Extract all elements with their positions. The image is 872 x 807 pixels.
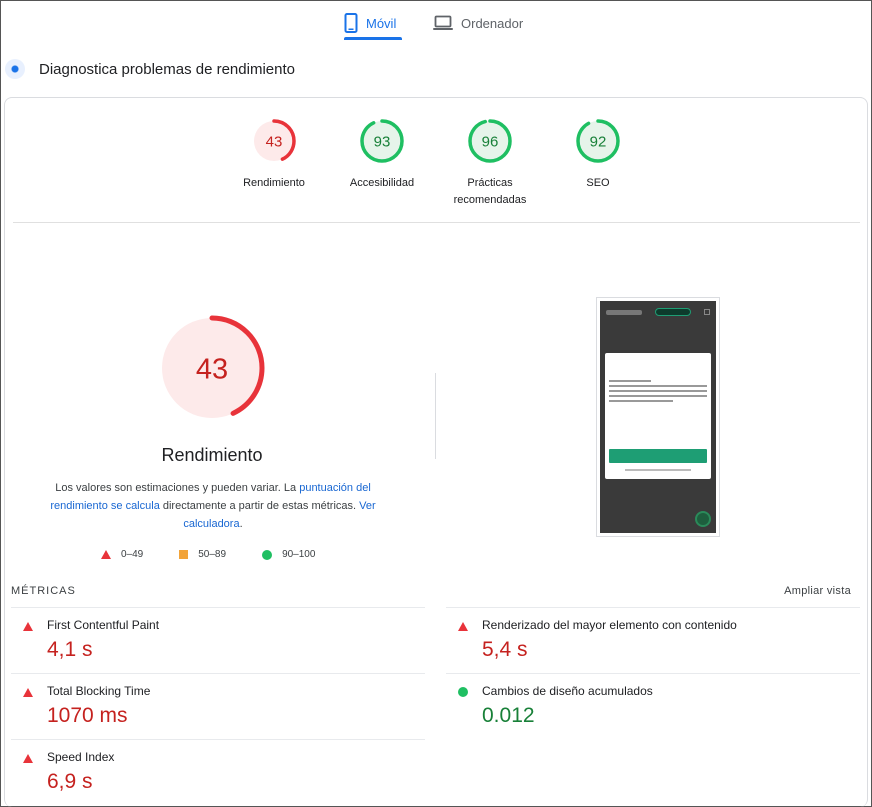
gauge-ring: 96	[468, 119, 512, 163]
circle-icon	[262, 549, 273, 560]
performance-description: Los valores son estimaciones y pueden va…	[43, 479, 383, 533]
metric-speed-index: Speed Index 6,9 s	[11, 739, 425, 805]
metric-value: 4,1 s	[47, 638, 93, 661]
diagnose-icon	[5, 59, 25, 79]
page-screenshot-thumbnail[interactable]	[596, 297, 720, 537]
diagnose-section-header: Diagnostica problemas de rendimiento	[5, 59, 295, 79]
gauge-best-practices[interactable]: 96 Prácticas recomendadas	[445, 117, 535, 209]
triangle-icon	[23, 622, 33, 631]
screenshot-modal-tabs	[605, 353, 711, 370]
screenshot-image	[600, 301, 716, 533]
metrics-header: MÉTRICAS	[11, 585, 76, 597]
screenshot-line	[609, 390, 707, 392]
metric-name: First Contentful Paint	[47, 618, 160, 632]
screenshot-menu-icon	[704, 309, 710, 315]
screenshot-header	[606, 307, 710, 317]
screenshot-accept-button	[609, 449, 707, 463]
diagnose-title: Diagnostica problemas de rendimiento	[39, 60, 295, 78]
metric-lcp: Renderizado del mayor elemento con conte…	[446, 607, 860, 673]
screenshot-logo	[606, 309, 642, 315]
gauge-accessibility[interactable]: 93 Accesibilidad	[337, 117, 427, 192]
gauge-performance[interactable]: 43 Rendimiento	[229, 117, 319, 192]
gauge-label: Rendimiento	[243, 177, 305, 189]
metric-fcp: First Contentful Paint 4,1 s	[11, 607, 425, 673]
triangle-icon	[23, 754, 33, 763]
metric-name: Speed Index	[47, 750, 115, 764]
gauge-ring: 43	[252, 119, 296, 163]
gauge-score: 43	[266, 133, 283, 150]
metric-value: 5,4 s	[482, 638, 528, 661]
score-legend: 0–49 50–89 90–100	[101, 549, 351, 560]
metric-value: 6,9 s	[47, 770, 93, 793]
triangle-icon	[101, 550, 111, 559]
metric-value: 1070 ms	[47, 704, 128, 727]
metric-cls: Cambios de diseño acumulados 0.012	[446, 673, 860, 739]
metric-tbt: Total Blocking Time 1070 ms	[11, 673, 425, 739]
tab-mobile[interactable]: Móvil	[344, 7, 396, 39]
gauge-ring: 93	[360, 119, 404, 163]
legend-fail: 0–49	[101, 549, 143, 560]
circle-icon	[458, 687, 468, 697]
legend-pass: 90–100	[262, 549, 315, 560]
desc-text: Los valores son estimaciones y pueden va…	[55, 482, 300, 494]
metric-name: Renderizado del mayor elemento con conte…	[482, 618, 737, 632]
phone-icon	[344, 13, 358, 33]
performance-gauge-large: 43	[159, 315, 265, 421]
gauge-score: 43	[196, 353, 228, 385]
expand-view-toggle[interactable]: Ampliar vista	[784, 585, 851, 597]
active-tab-indicator	[344, 37, 402, 40]
gauge-score: 93	[374, 133, 391, 150]
legend-range: 50–89	[198, 549, 227, 560]
gauge-label: Prácticas recomendadas	[453, 177, 527, 206]
gauge-label: Accesibilidad	[349, 177, 415, 189]
chat-icon	[695, 511, 711, 527]
device-tabs: Móvil Ordenador	[1, 1, 871, 41]
screenshot-line	[609, 380, 652, 382]
square-icon	[179, 550, 189, 559]
gauge-score: 92	[590, 133, 607, 150]
screenshot-line	[609, 385, 707, 387]
tab-mobile-label: Móvil	[366, 15, 397, 31]
screenshot-line	[609, 400, 673, 402]
triangle-icon	[23, 688, 33, 697]
gauge-seo[interactable]: 92 SEO	[553, 117, 643, 192]
screenshot-footer	[625, 469, 691, 471]
legend-average: 50–89	[179, 549, 226, 560]
metric-name: Total Blocking Time	[47, 684, 151, 698]
tab-desktop[interactable]: Ordenador	[433, 7, 523, 39]
performance-title: Rendimiento	[161, 445, 263, 465]
metric-name: Cambios de diseño acumulados	[482, 684, 653, 698]
legend-range: 0–49	[121, 549, 144, 560]
gauge-ring: 92	[576, 119, 620, 163]
divider	[13, 222, 860, 223]
screenshot-line	[609, 395, 707, 397]
gauge-score: 96	[482, 133, 499, 150]
gauge-label: SEO	[586, 177, 610, 189]
vertical-divider	[435, 373, 436, 459]
triangle-icon	[458, 622, 468, 631]
metric-value: 0.012	[482, 704, 535, 727]
desc-text: .	[239, 518, 243, 530]
tab-desktop-label: Ordenador	[461, 15, 524, 31]
screenshot-button	[655, 308, 691, 316]
screenshot-cookie-modal	[605, 353, 711, 479]
laptop-icon	[433, 15, 453, 30]
desc-text: directamente a partir de estas métricas.	[159, 500, 360, 512]
category-gauges: 43 Rendimiento 93 Accesibilidad 96 Práct…	[1, 117, 871, 217]
legend-range: 90–100	[282, 549, 316, 560]
